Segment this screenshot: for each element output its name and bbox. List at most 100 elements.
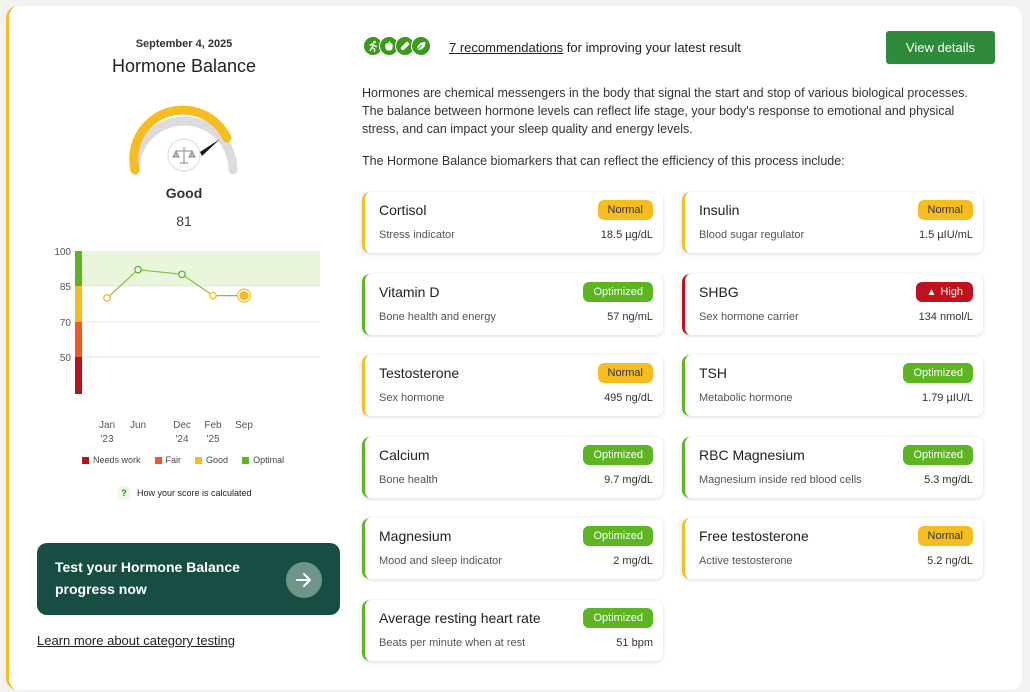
status-badge: Optimized [903,445,973,465]
status-label: Optimized [593,286,643,298]
legend-item: Fair [154,455,181,465]
biomarker-card[interactable]: Average resting heart rate Optimized Beats… [362,600,663,661]
page-title: Hormone Balance [111,56,257,76]
band-fair [75,322,82,357]
status-label: Normal [927,204,963,216]
biomarker-name: RBC Magnesium [699,447,805,463]
status-label: High [940,286,963,298]
biomarker-description: Mood and sleep indicator [379,555,502,567]
recommendations-rest: for improving your latest result [563,40,741,55]
y-tick: 100 [54,247,71,258]
trend-point[interactable] [178,270,186,279]
status-label: Normal [607,204,643,216]
x-tick-label: Feb [204,420,222,431]
biomarker-name: Cortisol [379,202,427,218]
legend-swatch [242,456,250,464]
x-tick-year: '24 [175,434,188,445]
leaf-icon [411,36,431,56]
legend-item: Needs work [82,455,141,465]
x-tick-label: Jan [99,420,115,431]
biomarker-name: Calcium [379,447,430,463]
legend-swatch [82,456,89,464]
x-tick-label: Jun [130,420,146,431]
how-score-calculated-link[interactable]: ? How your score is calculated [117,486,252,500]
biomarker-description: Bone health and energy [379,311,496,323]
chart-legend: Needs work Fair Good Optimal [82,455,284,465]
biomarker-description: Active testosterone [699,555,793,567]
status-label: Normal [927,530,963,542]
biomarker-description: Beats per minute when at rest [379,637,526,649]
status-badge: Optimized [583,608,653,628]
x-tick-label: Dec [173,420,191,431]
status-label: Normal [607,367,643,379]
band-optimal [75,251,82,286]
biomarker-card[interactable]: Free testosterone Normal Active testostero… [682,518,983,579]
biomarker-card[interactable]: Cortisol Normal Stress indicator 18.5 µg/dL [362,192,663,253]
biomarker-description: Bone health [379,474,438,486]
trend-point[interactable] [239,290,249,301]
y-tick: 70 [60,318,72,329]
status-label: Optimized [593,530,643,542]
biomarker-card[interactable]: Vitamin D Optimized Bone health and energy… [362,274,663,335]
biomarker-card[interactable]: Calcium Optimized Bone health 9.7 mg/dL [362,437,663,498]
status-label: Optimized [593,612,643,624]
status-badge: Optimized [903,363,973,383]
trend-point[interactable] [103,294,111,302]
status-label: Optimized [593,449,643,461]
biomarker-card[interactable]: Magnesium Optimized Mood and sleep indicat… [362,518,663,579]
legend-item: Optimal [242,455,284,465]
trend-point[interactable] [209,291,217,300]
biomarker-name: Magnesium [379,528,452,544]
biomarker-value: 51 bpm [616,637,653,649]
status-badge: Optimized [583,526,653,546]
biomarker-name: Free testosterone [699,528,809,544]
arrow-right-icon [286,562,322,598]
question-icon: ? [117,486,131,500]
biomarker-description: Sex hormone [379,392,445,404]
x-tick-label: Sep [235,420,253,431]
recommendations-link[interactable]: 7 recommendations [449,40,563,55]
biomarker-name: SHBG [699,284,739,300]
biomarker-card[interactable]: Testosterone Normal Sex hormone 495 ng/dL [362,355,663,416]
biomarker-name: Average resting heart rate [379,610,541,626]
x-tick-year: '25 [206,434,219,445]
trend-point[interactable] [134,265,142,274]
band-needs-work [75,357,82,394]
biomarker-value: 134 nmol/L [918,311,973,323]
recommendations-text: 7 recommendations for improving your lat… [449,40,741,55]
status-badge: Optimized [583,445,653,465]
biomarker-value: 5.2 ng/dL [927,555,973,567]
biomarker-card[interactable]: SHBG ▲ High Sex hormone carrier 134 nmol/L [682,274,983,335]
biomarker-card[interactable]: RBC Magnesium Optimized Magnesium inside r… [682,437,983,498]
band-good [75,286,82,322]
biomarker-description: Magnesium inside red blood cells [699,474,862,486]
x-tick-year: '23 [100,434,113,445]
score-rating: Good [165,185,203,201]
biomarker-card[interactable]: Insulin Normal Blood sugar regulator 1.5 µI… [682,192,983,253]
biomarker-card[interactable]: TSH Optimized Metabolic hormone 1.79 µIU/L [682,355,983,416]
score-value: 81 [176,213,192,229]
biomarker-description: Sex hormone carrier [699,311,799,323]
biomarker-value: 57 ng/mL [607,311,653,323]
score-gauge [129,105,238,175]
biomarker-value: 2 mg/dL [613,555,653,567]
biomarker-description: Metabolic hormone [699,392,793,404]
biomarker-name: Testosterone [379,365,460,381]
learn-more-link[interactable]: Learn more about category testing [37,633,235,648]
recommendation-icons [363,36,431,56]
view-details-button[interactable]: View details [886,31,995,64]
test-progress-button[interactable]: Test your Hormone Balance progress now [37,543,340,615]
biomarker-name: TSH [699,365,727,381]
y-tick: 85 [60,282,72,293]
biomarker-description: Stress indicator [379,229,455,241]
biomarker-value: 1.5 µIU/mL [918,229,973,241]
category-description: Hormones are chemical messengers in the … [362,86,968,136]
score-panel: September 4, 2025 Hormone Balance Good 8… [9,6,359,690]
gauge-needle [200,139,220,156]
score-trend-chart: 100 85 70 50 Jan '23 Jun Dec '24 Feb '25 Sep [54,247,320,445]
biomarker-value: 495 ng/dL [604,392,653,404]
biomarker-value: 5.3 mg/dL [924,474,973,486]
biomarkers-intro: The Hormone Balance biomarkers that can … [362,154,845,168]
legend-swatch [195,456,203,464]
biomarker-description: Blood sugar regulator [699,229,805,241]
